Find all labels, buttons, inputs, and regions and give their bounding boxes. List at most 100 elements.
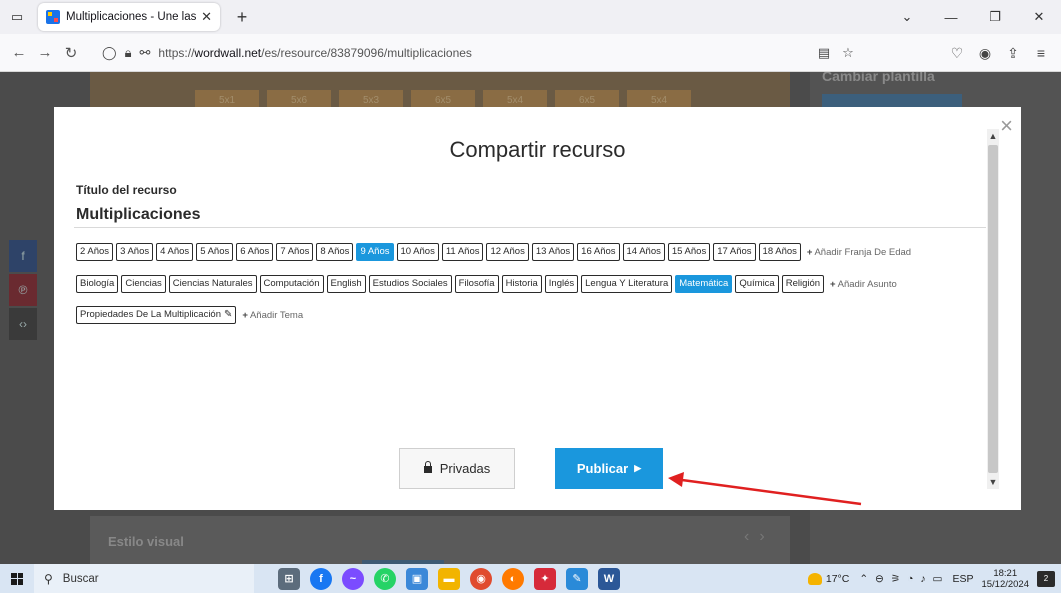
resource-title-label: Título del recurso — [76, 183, 177, 197]
whatsapp-app-icon[interactable]: ✆ — [374, 567, 396, 590]
modal-scrollbar[interactable]: ▲ ▼ — [987, 129, 999, 489]
facebook-app-icon[interactable]: f — [310, 567, 332, 590]
add-subject-label: Añadir Asunto — [837, 278, 897, 290]
reload-icon[interactable]: ↻ — [58, 44, 84, 62]
messenger-app-icon[interactable]: ~ — [342, 567, 364, 590]
age-tag[interactable]: 2 Años — [76, 243, 114, 261]
pocket-icon[interactable]: ♡ — [943, 45, 971, 62]
add-age-range-link[interactable]: + Añadir Franja De Edad — [807, 247, 911, 258]
age-tag[interactable]: 17 Años — [713, 243, 756, 261]
facebook-icon: f — [9, 240, 37, 272]
task-view-icon[interactable]: ⊞ — [278, 567, 300, 590]
subject-tags: Biología Ciencias Ciencias Naturales Com… — [76, 275, 897, 293]
subject-tag[interactable]: Historia — [501, 275, 542, 293]
add-subject-link[interactable]: + Añadir Asunto — [830, 279, 897, 290]
age-tag[interactable]: 12 Años — [486, 243, 529, 261]
age-tag[interactable]: 18 Años — [758, 243, 801, 261]
close-icon[interactable]: × — [1000, 115, 1013, 137]
age-tag[interactable]: 15 Años — [667, 243, 711, 261]
age-tag[interactable]: 10 Años — [396, 243, 439, 261]
subject-tag[interactable]: Religión — [781, 275, 825, 293]
extensions-icon[interactable]: ⇪ — [999, 45, 1027, 62]
lock-icon — [423, 461, 432, 473]
taskbar-search-label: Buscar — [62, 572, 99, 585]
chrome-app-icon[interactable]: ◉ — [470, 567, 492, 590]
firefox-app-icon[interactable]: ◐ — [502, 567, 524, 590]
age-tag[interactable]: 11 Años — [441, 243, 484, 261]
visual-style-title: Estilo visual — [108, 534, 184, 549]
subject-tag[interactable]: Lengua Y Literatura — [581, 275, 673, 293]
pencil-icon[interactable]: ✎ — [224, 309, 232, 320]
age-tag[interactable]: 16 Años — [577, 243, 620, 261]
subject-tag-selected[interactable]: Matemática — [675, 275, 733, 293]
language-indicator[interactable]: ESP — [952, 573, 973, 585]
tab-list-icon[interactable]: ▭ — [0, 0, 34, 34]
subject-tag[interactable]: Ciencias — [121, 275, 166, 293]
weather-widget[interactable]: 17°C — [807, 572, 850, 585]
word-app-icon[interactable]: W — [598, 567, 620, 590]
age-tag[interactable]: 7 Años — [276, 243, 314, 261]
age-tag[interactable]: 4 Años — [156, 243, 194, 261]
start-button[interactable] — [0, 564, 34, 593]
subject-tag[interactable]: Estudios Sociales — [368, 275, 452, 293]
age-tag[interactable]: 13 Años — [531, 243, 575, 261]
pinterest-icon: ℗ — [9, 274, 37, 306]
age-tag[interactable]: 8 Años — [316, 243, 354, 261]
private-label: Privadas — [439, 461, 491, 476]
subject-tag[interactable]: Química — [735, 275, 779, 293]
subject-tag[interactable]: Inglés — [544, 275, 579, 293]
store-app-icon[interactable]: ▣ — [406, 567, 428, 590]
account-icon[interactable]: ◉ — [971, 45, 999, 62]
age-tag[interactable]: 3 Años — [116, 243, 154, 261]
window-controls: ⌄ — ❐ ✕ — [885, 0, 1061, 34]
back-icon[interactable]: ← — [6, 44, 32, 61]
forward-icon[interactable]: → — [32, 44, 58, 61]
weather-icon — [807, 572, 822, 585]
publish-button[interactable]: Publicar ▶ — [555, 448, 663, 489]
url-actions: ▤ ☆ — [812, 34, 860, 72]
url-bar[interactable]: ◯ 🔒︎ ⚯ https://wordwall.net/es/resource/… — [94, 39, 794, 67]
list-all-tabs-icon[interactable]: ⌄ — [885, 9, 929, 25]
new-tab-button[interactable]: + — [232, 7, 252, 28]
age-tag[interactable]: 6 Años — [236, 243, 274, 261]
weather-temp: 17°C — [825, 572, 850, 585]
age-tag[interactable]: 5 Años — [196, 243, 234, 261]
lock-icon[interactable]: 🔒︎ — [125, 45, 132, 61]
topic-tag-label: Propiedades De La Multiplicación — [80, 309, 221, 320]
notifications-icon[interactable]: 2 — [1037, 570, 1055, 587]
browser-tab-active[interactable]: Multiplicaciones - Une las pare ✕ — [38, 3, 220, 31]
clock[interactable]: 18:21 15/12/2024 — [981, 568, 1029, 590]
scroll-up-icon[interactable]: ▲ — [987, 131, 999, 141]
shield-icon[interactable]: ◯ — [102, 45, 117, 61]
age-tag[interactable]: 14 Años — [622, 243, 665, 261]
url-text[interactable]: https://wordwall.net/es/resource/8387909… — [158, 46, 472, 60]
subject-tag[interactable]: Biología — [76, 275, 119, 293]
subject-tag[interactable]: Filosofía — [454, 275, 499, 293]
game-app-icon[interactable]: ✦ — [534, 567, 556, 590]
close-window-icon[interactable]: ✕ — [1017, 9, 1061, 25]
share-resource-modal: × Compartir recurso Título del recurso 2… — [54, 107, 1021, 510]
add-topic-link[interactable]: + Añadir Tema — [242, 310, 303, 321]
resource-title-input[interactable] — [74, 202, 986, 228]
tab-close-icon[interactable]: ✕ — [201, 9, 212, 25]
subject-tag[interactable]: Ciencias Naturales — [168, 275, 257, 293]
minimize-icon[interactable]: — — [929, 10, 973, 25]
age-tag-selected[interactable]: 9 Años — [356, 243, 394, 261]
restore-icon[interactable]: ❐ — [973, 9, 1017, 25]
menu-icon[interactable]: ≡ — [1027, 45, 1055, 61]
taskbar-search[interactable]: ⚲ Buscar — [34, 564, 254, 593]
subject-tag[interactable]: English — [326, 275, 366, 293]
scroll-down-icon[interactable]: ▼ — [987, 477, 999, 487]
scroll-thumb[interactable] — [988, 145, 998, 473]
bookmark-star-icon[interactable]: ☆ — [836, 45, 860, 61]
topic-tags: Propiedades De La Multiplicación ✎ + Añadi… — [76, 306, 303, 324]
reader-view-icon[interactable]: ▤ — [812, 45, 836, 61]
share-rail: f ℗ ‹› — [9, 240, 37, 342]
file-explorer-icon[interactable]: ▬ — [438, 567, 460, 590]
private-button[interactable]: Privadas — [399, 448, 515, 489]
permissions-icon[interactable]: ⚯ — [139, 45, 150, 61]
paint-app-icon[interactable]: ✎ — [566, 567, 588, 590]
tray-icons[interactable]: ⌃ ⊖ ⚞ ◔ ♪ ▭ — [859, 573, 944, 585]
topic-tag[interactable]: Propiedades De La Multiplicación ✎ — [76, 306, 237, 324]
subject-tag[interactable]: Computación — [259, 275, 324, 293]
